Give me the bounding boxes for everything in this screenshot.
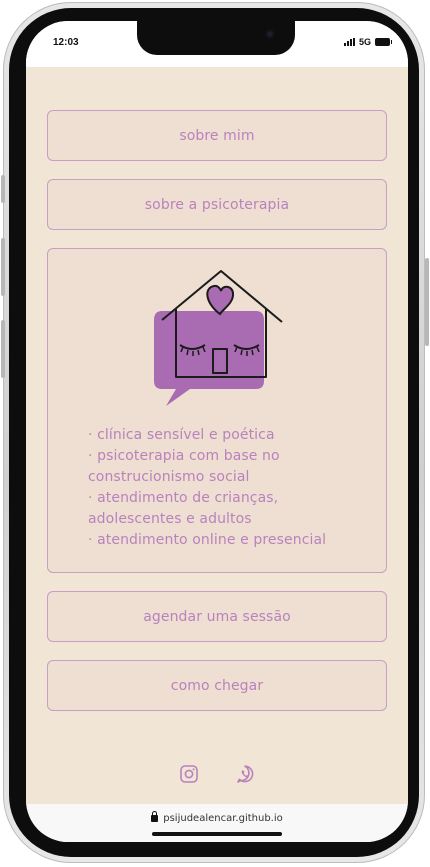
house-speech-bubble-logo (154, 270, 283, 406)
status-time: 12:03 (53, 37, 79, 48)
feature-line: · psicoterapia com base no (88, 448, 280, 464)
notch (137, 21, 295, 55)
signal-bars-icon (343, 38, 355, 46)
main-menu: sobre mim sobre a psicoterapia · clínica… (47, 110, 387, 729)
schedule-session-button[interactable]: agendar uma sessão (47, 591, 387, 642)
feature-line: adolescentes e adultos (88, 511, 252, 527)
directions-button[interactable]: como chegar (47, 660, 387, 711)
feature-line: · atendimento de crianças, (88, 490, 279, 506)
browser-url-bar[interactable]: psijudealencar.github.io (26, 804, 408, 842)
url-text: psijudealencar.github.io (163, 813, 283, 824)
instagram-icon[interactable] (179, 764, 199, 784)
battery-icon (375, 38, 392, 46)
services-panel: · clínica sensível e poética · psicotera… (47, 248, 387, 573)
phone-screen: 12:03 5G sobre mim sobre a psicoterapia (26, 21, 408, 842)
lock-icon (151, 811, 159, 822)
side-button-power (425, 258, 429, 346)
side-button-volume-down (1, 320, 5, 378)
side-button-volume-up (1, 238, 5, 296)
side-button-silent (1, 175, 5, 203)
home-indicator[interactable] (152, 832, 282, 836)
camera-icon (265, 29, 275, 39)
status-bar: 12:03 5G (26, 21, 408, 67)
status-indicators: 5G (343, 37, 392, 47)
social-links (26, 764, 408, 784)
features-list: · clínica sensível e poética · psicotera… (88, 425, 360, 551)
about-me-button[interactable]: sobre mim (47, 110, 387, 161)
feature-line: · clínica sensível e poética (88, 427, 275, 443)
feature-line: construcionismo social (88, 469, 250, 485)
feature-line: · atendimento online e presencial (88, 532, 327, 548)
url-display: psijudealencar.github.io (26, 811, 408, 824)
page-content[interactable]: sobre mim sobre a psicoterapia · clínica… (26, 67, 408, 813)
phone-mockup: 12:03 5G sobre mim sobre a psicoterapia (0, 0, 430, 867)
about-psychotherapy-button[interactable]: sobre a psicoterapia (47, 179, 387, 230)
network-label: 5G (358, 37, 371, 47)
whatsapp-icon[interactable] (235, 764, 255, 784)
